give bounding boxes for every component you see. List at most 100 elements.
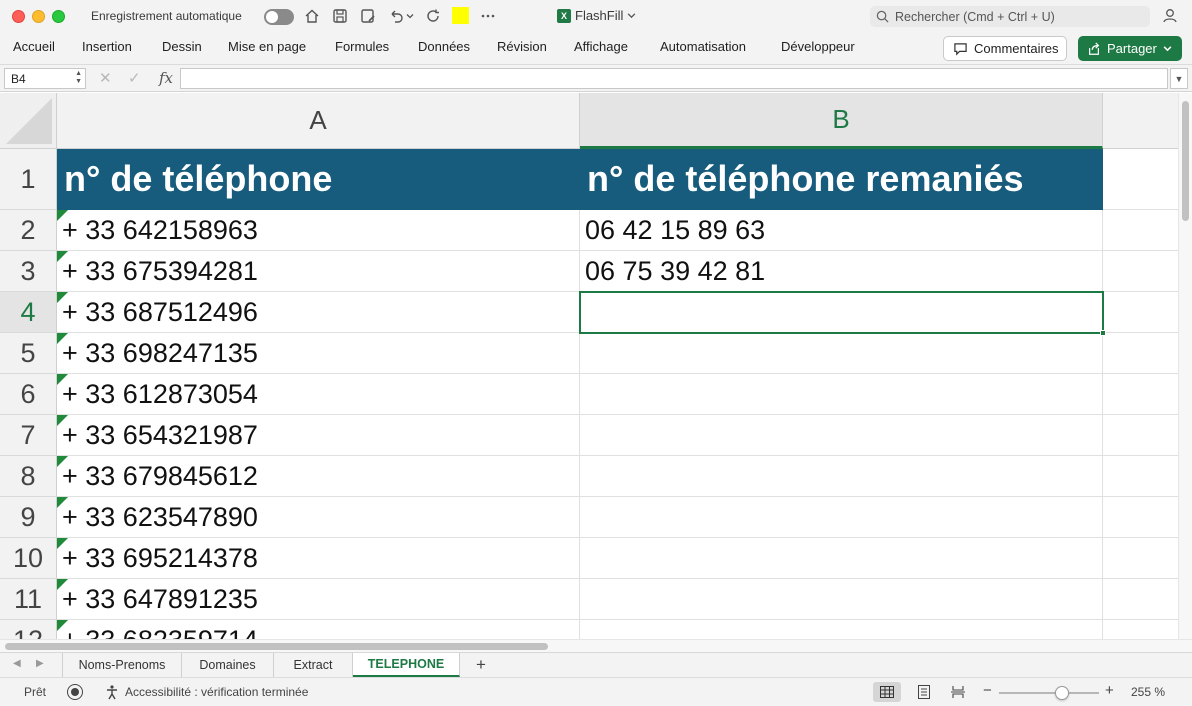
cell-b7[interactable]	[580, 415, 1103, 456]
row-header-8[interactable]: 8	[0, 456, 57, 497]
cell-b5[interactable]	[580, 333, 1103, 374]
row-header-11[interactable]: 11	[0, 579, 57, 620]
tab-donnees[interactable]: Données	[418, 39, 470, 54]
row-header-9[interactable]: 9	[0, 497, 57, 538]
column-header-c[interactable]	[1103, 93, 1178, 149]
redo-icon[interactable]	[423, 6, 443, 26]
tab-mise-en-page[interactable]: Mise en page	[228, 39, 306, 54]
row-header-3[interactable]: 3	[0, 251, 57, 292]
cell-a3[interactable]: + 33 675394281	[57, 251, 580, 292]
insert-function-icon[interactable]: fx	[159, 69, 173, 87]
accessibility-status[interactable]: Accessibilité : vérification terminée	[125, 685, 308, 699]
name-box[interactable]: B4 ▲ ▼	[4, 68, 86, 89]
cell-c5[interactable]	[1103, 333, 1178, 374]
sheet-tab-telephone[interactable]: TELEPHONE	[353, 653, 460, 677]
macro-record-icon[interactable]	[67, 684, 83, 700]
tab-revision[interactable]: Révision	[497, 39, 547, 54]
number-as-text-warning-icon[interactable]	[57, 538, 68, 549]
zoom-in-button[interactable]: +	[1105, 682, 1114, 699]
comments-button[interactable]: Commentaires	[943, 36, 1067, 61]
cell-a7[interactable]: + 33 654321987	[57, 415, 580, 456]
formula-input[interactable]	[180, 68, 1168, 89]
cell-c10[interactable]	[1103, 538, 1178, 579]
row-header-2[interactable]: 2	[0, 210, 57, 251]
undo-dropdown-icon[interactable]	[404, 6, 416, 26]
sheet-tab-domaines[interactable]: Domaines	[182, 653, 274, 677]
chevron-down-icon[interactable]: ▼	[1170, 68, 1188, 89]
cell-b1[interactable]: n° de téléphone remaniés	[580, 149, 1103, 210]
cell-b11[interactable]	[580, 579, 1103, 620]
zoom-level[interactable]: 255 %	[1131, 685, 1165, 699]
cell-c9[interactable]	[1103, 497, 1178, 538]
cell-c3[interactable]	[1103, 251, 1178, 292]
row-header-7[interactable]: 7	[0, 415, 57, 456]
cell-c2[interactable]	[1103, 210, 1178, 251]
search-field[interactable]: Rechercher (Cmd + Ctrl + U)	[870, 6, 1150, 27]
cell-b9[interactable]	[580, 497, 1103, 538]
cell-a1[interactable]: n° de téléphone	[57, 149, 580, 210]
number-as-text-warning-icon[interactable]	[57, 456, 68, 467]
save-as-icon[interactable]	[358, 6, 378, 26]
cell-b10[interactable]	[580, 538, 1103, 579]
autosave-toggle[interactable]	[264, 9, 294, 25]
share-person-icon[interactable]	[1162, 7, 1182, 27]
accessibility-icon[interactable]	[104, 684, 120, 700]
highlight-color-swatch[interactable]	[452, 7, 469, 24]
zoom-out-button[interactable]: −	[983, 682, 992, 699]
add-sheet-button[interactable]: +	[466, 654, 496, 676]
normal-view-button[interactable]	[873, 682, 901, 702]
cell-c8[interactable]	[1103, 456, 1178, 497]
close-window-button[interactable]	[12, 10, 25, 23]
page-break-view-button[interactable]	[944, 682, 972, 702]
column-header-b[interactable]: B	[580, 93, 1103, 149]
number-as-text-warning-icon[interactable]	[57, 415, 68, 426]
tab-affichage[interactable]: Affichage	[574, 39, 628, 54]
cell-b4[interactable]	[580, 292, 1103, 333]
select-all-corner[interactable]	[0, 93, 57, 149]
cell-b3[interactable]: 06 75 39 42 81	[580, 251, 1103, 292]
zoom-slider[interactable]	[999, 686, 1099, 700]
tab-formules[interactable]: Formules	[335, 39, 389, 54]
tab-automatisation[interactable]: Automatisation	[660, 39, 746, 54]
row-header-10[interactable]: 10	[0, 538, 57, 579]
horizontal-scrollbar[interactable]	[0, 639, 1192, 652]
cell-a5[interactable]: + 33 698247135	[57, 333, 580, 374]
number-as-text-warning-icon[interactable]	[57, 497, 68, 508]
row-header-1[interactable]: 1	[0, 149, 57, 210]
undo-icon[interactable]	[386, 6, 406, 26]
row-header-12[interactable]: 12	[0, 620, 57, 639]
number-as-text-warning-icon[interactable]	[57, 210, 68, 221]
sheet-tab-extract[interactable]: Extract	[274, 653, 353, 677]
tab-insertion[interactable]: Insertion	[82, 39, 132, 54]
number-as-text-warning-icon[interactable]	[57, 333, 68, 344]
cell-a9[interactable]: + 33 623547890	[57, 497, 580, 538]
cell-b12[interactable]	[580, 620, 1103, 639]
cell-a12[interactable]: + 33 682359714	[57, 620, 580, 639]
share-button[interactable]: Partager	[1078, 36, 1182, 61]
cell-a2[interactable]: + 33 642158963	[57, 210, 580, 251]
more-options-icon[interactable]	[478, 6, 498, 26]
cell-a6[interactable]: + 33 612873054	[57, 374, 580, 415]
row-header-5[interactable]: 5	[0, 333, 57, 374]
cell-a8[interactable]: + 33 679845612	[57, 456, 580, 497]
vertical-scrollbar[interactable]	[1178, 93, 1192, 639]
row-header-4[interactable]: 4	[0, 292, 57, 333]
tab-accueil[interactable]: Accueil	[13, 39, 55, 54]
document-title[interactable]: X FlashFill	[557, 8, 636, 23]
column-header-a[interactable]: A	[57, 93, 580, 149]
cell-b6[interactable]	[580, 374, 1103, 415]
next-sheet-icon[interactable]: ▶	[36, 658, 44, 669]
cell-c6[interactable]	[1103, 374, 1178, 415]
tab-developpeur[interactable]: Développeur	[781, 39, 855, 54]
cancel-formula-icon[interactable]: ✕	[99, 69, 112, 87]
maximize-window-button[interactable]	[52, 10, 65, 23]
cell-c11[interactable]	[1103, 579, 1178, 620]
minimize-window-button[interactable]	[32, 10, 45, 23]
number-as-text-warning-icon[interactable]	[57, 251, 68, 262]
enter-formula-icon[interactable]: ✓	[128, 69, 141, 87]
name-box-stepper-icon[interactable]: ▲ ▼	[75, 70, 82, 86]
number-as-text-warning-icon[interactable]	[57, 374, 68, 385]
home-icon[interactable]	[302, 6, 322, 26]
cell-a4[interactable]: + 33 687512496	[57, 292, 580, 333]
cell-c12[interactable]	[1103, 620, 1178, 639]
